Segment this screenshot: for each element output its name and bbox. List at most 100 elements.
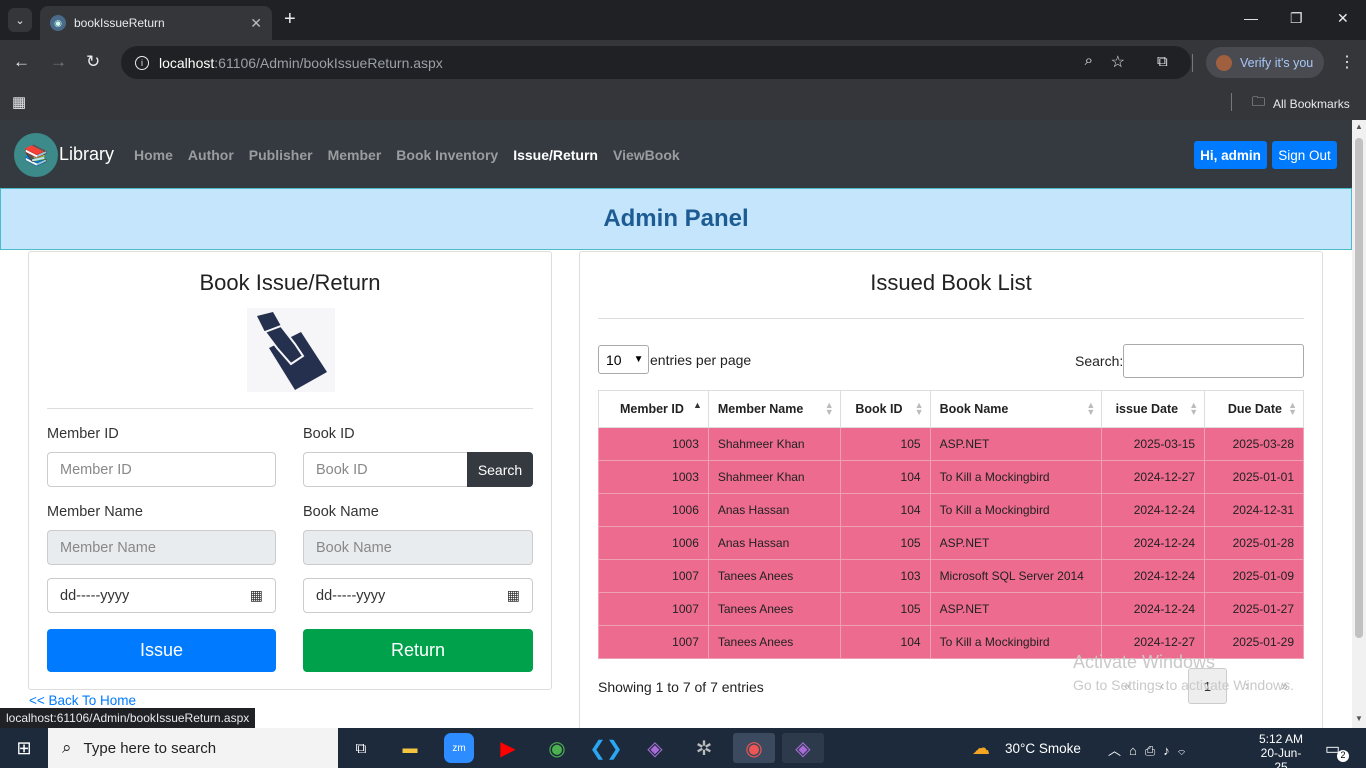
nav-member[interactable]: Member xyxy=(328,147,382,163)
nav-author[interactable]: Author xyxy=(188,147,234,163)
due-date-text: dd-----yyyy xyxy=(316,587,386,604)
scrollbar-thumb[interactable] xyxy=(1355,138,1363,638)
calendar-icon[interactable]: ▦ xyxy=(250,587,263,604)
col-due-date[interactable]: Due Date ▲ ▼ xyxy=(1204,390,1304,428)
zoom-app-icon[interactable]: zm xyxy=(444,733,474,763)
taskbar-search[interactable]: ⌕ Type here to search xyxy=(48,728,338,768)
browser-tab[interactable]: ◉ bookIssueReturn ✕ xyxy=(40,6,272,40)
back-to-home-link[interactable]: << Back To Home xyxy=(29,693,136,708)
all-bookmarks-button[interactable]: 🗀 All Bookmarks xyxy=(1252,93,1350,115)
due-date-input[interactable]: dd-----yyyy ▦ xyxy=(303,578,533,613)
file-explorer-icon[interactable]: ▬ xyxy=(395,733,425,763)
issue-date-text: dd-----yyyy xyxy=(60,587,130,604)
card-divider xyxy=(47,408,533,409)
app-icon[interactable]: ✲ xyxy=(689,733,719,763)
table-row: 1007 Tanees Anees 103 Microsoft SQL Server … xyxy=(598,559,1304,593)
cell-book-name: ASP.NET xyxy=(929,526,1103,560)
task-view-icon[interactable]: ⧉ xyxy=(346,733,376,763)
issue-date-input[interactable]: dd-----yyyy ▦ xyxy=(47,578,276,613)
chrome-icon[interactable]: ◉ xyxy=(542,733,572,763)
nav-publisher[interactable]: Publisher xyxy=(249,147,313,163)
nav-viewbook[interactable]: ViewBook xyxy=(613,147,680,163)
apps-grid-icon[interactable]: ▦ xyxy=(12,93,26,111)
return-button[interactable]: Return xyxy=(303,629,533,672)
chrome-active-icon[interactable]: ◉ xyxy=(733,733,775,763)
folder-icon: 🗀 xyxy=(1252,94,1266,109)
book-id-input[interactable]: Book ID xyxy=(303,452,468,487)
cell-due-date: 2025-01-27 xyxy=(1204,592,1304,626)
reload-icon[interactable]: ↻ xyxy=(86,52,100,72)
sort-icon: ▲ ▼ xyxy=(914,400,924,417)
col-member-name[interactable]: Member Name ▲ ▼ xyxy=(707,390,841,428)
list-divider xyxy=(598,318,1304,319)
tab-close-icon[interactable]: ✕ xyxy=(250,15,262,32)
zoom-icon[interactable]: ⌕ xyxy=(1085,52,1093,69)
sort-icon: ▲ ▼ xyxy=(1189,400,1199,417)
site-info-icon[interactable]: i xyxy=(135,55,149,70)
weather-icon[interactable]: ☁ xyxy=(972,738,990,759)
cell-book-name: Microsoft SQL Server 2014 xyxy=(929,559,1103,593)
cell-member-id: 1003 xyxy=(598,427,709,461)
greeting-button[interactable]: Hi, admin xyxy=(1194,141,1267,169)
vscode-icon[interactable]: ❮❯ xyxy=(589,733,623,763)
site-navbar: 📚 Library Home Author Publisher Member B… xyxy=(0,120,1352,188)
nav-book-inventory[interactable]: Book Inventory xyxy=(396,147,498,163)
entries-value: 10 xyxy=(606,351,622,368)
cell-issue-date: 2024-12-24 xyxy=(1101,526,1206,560)
youtube-icon[interactable]: ▶ xyxy=(493,733,523,763)
col-book-name[interactable]: Book Name ▲ ▼ xyxy=(929,390,1103,428)
url-host: localhost xyxy=(159,54,215,71)
signout-button[interactable]: Sign Out xyxy=(1272,141,1337,169)
web-page: 📚 Library Home Author Publisher Member B… xyxy=(0,120,1352,728)
forward-icon[interactable]: → xyxy=(50,52,67,72)
member-name-input[interactable]: Member Name xyxy=(47,530,276,565)
nav-home[interactable]: Home xyxy=(134,147,173,163)
cell-book-id: 105 xyxy=(839,592,931,626)
clock-date: 20-Jun-25 xyxy=(1260,746,1302,774)
library-logo-icon[interactable]: 📚 xyxy=(14,133,58,177)
search-button[interactable]: Search xyxy=(467,452,533,487)
cell-book-id: 105 xyxy=(839,427,931,461)
entries-select[interactable]: 10 ▼ xyxy=(598,345,649,374)
member-id-input[interactable]: Member ID xyxy=(47,452,276,487)
nav-issue-return[interactable]: Issue/Return xyxy=(513,147,598,163)
minimize-icon[interactable]: — xyxy=(1244,10,1258,26)
card-title: Book Issue/Return xyxy=(199,270,381,295)
book-name-input[interactable]: Book Name xyxy=(303,530,533,565)
table-row: 1003 Shahmeer Khan 104 To Kill a Mockingbir… xyxy=(598,460,1304,494)
cell-issue-date: 2024-12-24 xyxy=(1101,493,1206,527)
tab-search-button[interactable]: ⌄ xyxy=(8,8,32,32)
brand-name[interactable]: Library xyxy=(59,144,114,165)
table-search-input[interactable] xyxy=(1123,344,1304,378)
profile-avatar xyxy=(1216,54,1232,71)
scroll-down-icon[interactable]: ▼ xyxy=(1355,714,1363,723)
browser-menu-icon[interactable]: ⋮ xyxy=(1339,52,1355,72)
col-due-date-label: Due Date xyxy=(1227,402,1282,416)
col-member-id-label: Member ID xyxy=(619,402,684,416)
bookmark-star-icon[interactable]: ☆ xyxy=(1111,52,1125,72)
page-scrollbar[interactable]: ▲ ▼ xyxy=(1352,120,1366,728)
back-icon[interactable]: ← xyxy=(13,52,30,72)
restore-icon[interactable]: ❐ xyxy=(1290,10,1303,27)
col-book-id[interactable]: Book ID ▲ ▼ xyxy=(839,390,931,428)
visual-studio-active-icon[interactable]: ◈ xyxy=(782,733,824,763)
weather-text[interactable]: 30°C Smoke xyxy=(1005,741,1081,756)
visual-studio-icon[interactable]: ◈ xyxy=(640,733,670,763)
cell-book-name: To Kill a Mockingbird xyxy=(929,460,1103,494)
list-title: Issued Book List xyxy=(870,270,1032,295)
cell-book-id: 104 xyxy=(839,625,931,659)
col-issue-date[interactable]: issue Date ▲ ▼ xyxy=(1101,390,1206,428)
verify-profile-button[interactable]: Verify it's you xyxy=(1206,47,1324,78)
windows-start-icon[interactable]: ⊞ xyxy=(9,733,39,763)
extensions-icon[interactable]: ⧉ xyxy=(1157,53,1168,70)
new-tab-icon[interactable]: + xyxy=(284,8,296,31)
issue-button[interactable]: Issue xyxy=(47,629,276,672)
scroll-up-icon[interactable]: ▲ xyxy=(1355,122,1363,131)
cell-issue-date: 2024-12-24 xyxy=(1101,559,1206,593)
system-tray-icons[interactable]: ︿⌂⎙♪⌔ xyxy=(1108,740,1193,759)
table-row: 1007 Tanees Anees 105 ASP.NET 2024-12-24 2025… xyxy=(598,592,1304,626)
col-member-id[interactable]: Member ID ▲ xyxy=(598,390,709,428)
window-close-icon[interactable]: ✕ xyxy=(1337,10,1349,27)
url-field[interactable]: i localhost:61106/Admin/bookIssueReturn.… xyxy=(121,46,1191,79)
calendar-icon[interactable]: ▦ xyxy=(507,587,520,604)
